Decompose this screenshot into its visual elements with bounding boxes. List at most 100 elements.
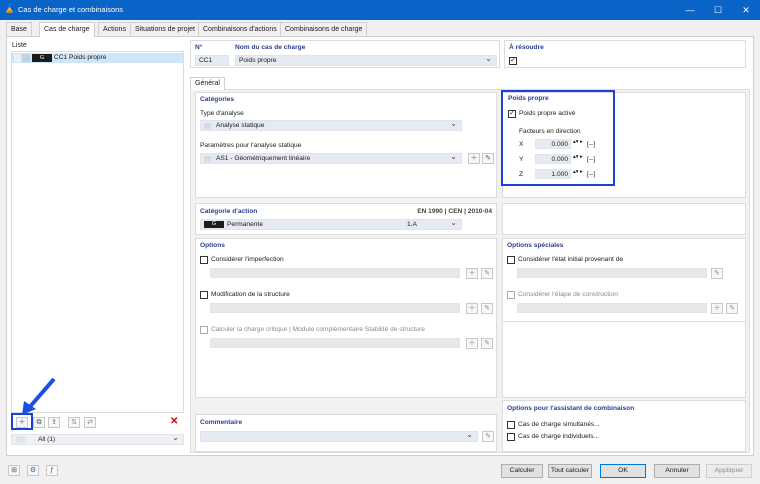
action-category-select[interactable]: G Permanente 1.A [200,218,462,230]
solve-label: À résoudre [509,44,544,51]
formula-icon[interactable]: ƒ [46,465,58,476]
construction-stage-edit-icon[interactable]: ✎ [726,303,738,314]
construction-stage-checkbox[interactable] [507,291,515,299]
spinner-y-icon[interactable]: ▴▾ ▸ [573,154,583,160]
color-swatch [14,54,21,62]
initial-state-checkbox[interactable] [507,256,515,264]
structure-mod-new-icon[interactable]: ＋ [466,303,478,314]
factors-table: X 0.000 ▴▾ ▸ [--] Y 0.000 ▴▾ ▸ [--] Z 1.… [503,138,613,184]
critical-load-new-icon[interactable]: ＋ [466,338,478,349]
calculate-all-button[interactable]: Tout calculer [548,464,592,478]
tab-base[interactable]: Base [6,22,32,36]
list-item[interactable]: G CC1 Poids propre [12,53,183,63]
simultaneous-checkbox[interactable] [507,421,515,429]
axis-x: X [519,141,524,148]
tab-action-combinations[interactable]: Combinaisons d'actions [198,22,282,36]
header-panel: N° CC1 Nom du cas de charge Poids propre [190,40,500,68]
tab-load-cases[interactable]: Cas de charge [39,22,95,37]
comment-title: Commentaire [200,419,243,426]
structure-mod-edit-icon[interactable]: ✎ [481,303,493,314]
factor-y-value: 0.000 [551,156,568,163]
renumber-icon[interactable]: ⇄ [84,417,96,428]
tab-load-combinations[interactable]: Combinaisons de charge [280,22,368,36]
edit-params-icon[interactable]: ✎ [482,153,494,164]
factor-z-input[interactable]: 1.000 [535,169,571,179]
category-badge: G [204,221,224,228]
copy-icon[interactable]: ⧉ [33,417,45,428]
structure-mod-field[interactable] [210,303,460,313]
imperfection-edit-icon[interactable]: ✎ [481,268,493,279]
minimize-button[interactable]: — [676,0,704,20]
unit-x: [--] [587,141,596,148]
settings-icon[interactable]: ⚙ [27,465,39,476]
unit-z: [--] [587,171,596,178]
imperfection-checkbox[interactable] [200,256,208,264]
maximize-button[interactable]: ☐ [704,0,732,20]
filter-select[interactable]: All (1) [11,433,184,445]
initial-state-edit-icon[interactable]: ✎ [711,268,723,279]
no-label: N° [195,44,203,51]
spinner-x-icon[interactable]: ▴▾ ▸ [573,139,583,145]
app-icon [5,6,14,14]
imperfection-field[interactable] [210,268,460,278]
options-title: Options [200,242,225,249]
category-code: 1.A [407,221,417,228]
structure-mod-checkbox[interactable] [200,291,208,299]
calculate-button[interactable]: Calculer [501,464,543,478]
construction-stage-field[interactable] [517,303,707,313]
tab-general[interactable]: Général [190,77,225,90]
cancel-button[interactable]: Annuler [654,464,700,478]
comment-edit-icon[interactable]: ✎ [482,431,494,442]
initial-state-field[interactable] [517,268,707,278]
item-name: Poids propre [69,54,107,61]
sort-icon[interactable]: ⇅ [68,417,80,428]
factor-x-input[interactable]: 0.000 [535,139,571,149]
name-label: Nom du cas de charge [235,44,306,51]
no-value: CC1 [199,57,213,64]
individual-checkbox[interactable] [507,433,515,441]
comment-input[interactable] [200,430,478,442]
construction-stage-new-icon[interactable]: ＋ [711,303,723,314]
divider [503,321,745,322]
analysis-type-select[interactable]: Analyse statique [200,119,462,131]
factor-x-value: 0.000 [551,141,568,148]
apply-button[interactable]: Appliquer [706,464,752,478]
factor-y-input[interactable]: 0.000 [535,154,571,164]
name-select[interactable]: Poids propre [235,54,497,66]
solve-panel: À résoudre [504,40,746,68]
list-header: Liste [12,42,27,49]
static-params-label: Paramètres pour l'analyse statique [200,142,302,149]
import-icon[interactable]: ⇪ [48,417,60,428]
special-options-panel: Options spéciales Considérer l'état init… [502,238,746,398]
analysis-icon [204,123,211,129]
axis-z: Z [519,171,524,178]
self-weight-checkbox[interactable] [508,110,516,118]
unit-y: [--] [587,156,596,163]
new-params-icon[interactable]: ＋ [468,153,480,164]
filter-swatch [16,436,25,443]
construction-stage-label: Considérer l'étape de construction [518,291,618,298]
spinner-z-icon[interactable]: ▴▾ ▸ [573,169,583,175]
critical-load-label: Calculer la charge critique | Module com… [211,326,425,333]
static-params-select[interactable]: AS1 - Géométriquement linéaire [200,152,462,164]
critical-load-checkbox[interactable] [200,326,208,334]
options-panel: Options Considérer l'imperfection ＋ ✎ Mo… [195,238,497,398]
tab-actions[interactable]: Actions [98,22,131,36]
solve-checkbox[interactable] [509,57,517,65]
close-window-button[interactable]: ✕ [732,0,760,20]
units-icon[interactable]: ⊞ [8,465,20,476]
tab-design-situations[interactable]: Situations de projet [130,22,200,36]
no-field[interactable]: CC1 [195,55,229,66]
self-weight-active-label: Poids propre activé [519,110,576,117]
ok-button[interactable]: OK [600,464,646,478]
imperfection-new-icon[interactable]: ＋ [466,268,478,279]
critical-load-field[interactable] [210,338,460,348]
action-badge: G [32,54,52,62]
simultaneous-label[interactable]: Cas de charge simultanés... [518,421,600,428]
critical-load-edit-icon[interactable]: ✎ [481,338,493,349]
name-value: Poids propre [239,57,277,64]
self-weight-highlight: Poids propre Poids propre activé Facteur… [501,90,615,186]
delete-icon[interactable]: ✕ [170,416,178,427]
new-load-case-icon[interactable]: ＋ [16,417,28,428]
individual-label[interactable]: Cas de charge individuels... [518,433,599,440]
